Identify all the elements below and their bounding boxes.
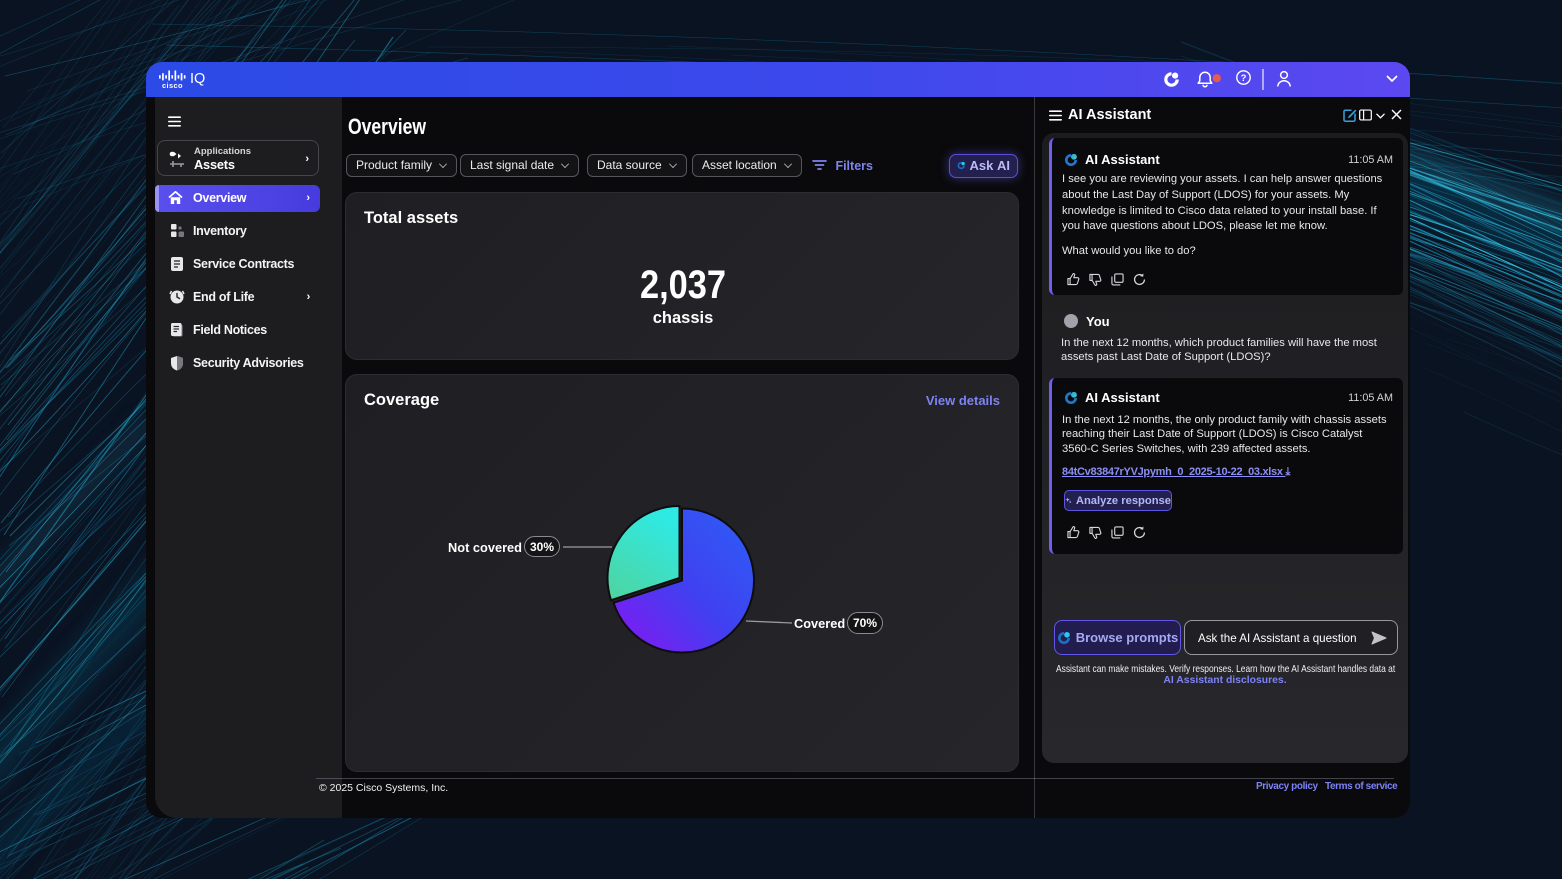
svg-text:?: ? bbox=[1241, 73, 1247, 84]
svg-text:cisco: cisco bbox=[162, 81, 183, 89]
